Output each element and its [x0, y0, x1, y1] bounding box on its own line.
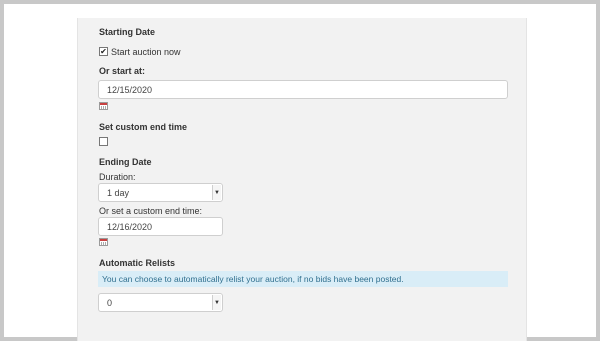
start-now-checkbox[interactable]: ✔: [99, 47, 108, 56]
calendar-icon[interactable]: [99, 102, 108, 110]
relists-heading: Automatic Relists: [99, 258, 176, 268]
relists-info-text: You can choose to automatically relist y…: [102, 274, 404, 284]
custom-end-checkbox[interactable]: [99, 137, 108, 146]
duration-value: 1 day: [107, 187, 130, 198]
duration-label: Duration:: [99, 172, 136, 182]
or-start-at-heading: Or start at:: [99, 66, 146, 76]
checkmark-icon: ✔: [100, 46, 107, 56]
chevron-down-icon: ▼: [212, 185, 221, 200]
custom-end-time-label: Or set a custom end time:: [99, 206, 203, 216]
end-date-value: 12/16/2020: [107, 221, 153, 232]
auction-form-panel: Starting Date ✔ Start auction now Or sta…: [77, 18, 527, 341]
start-now-label: Start auction now: [111, 47, 181, 57]
custom-end-heading: Set custom end time: [99, 122, 188, 132]
starting-date-heading: Starting Date: [99, 27, 156, 37]
duration-select[interactable]: 1 day ▼: [98, 183, 223, 202]
ending-date-heading: Ending Date: [99, 157, 152, 167]
calendar-icon[interactable]: [99, 238, 108, 246]
end-date-input[interactable]: 12/16/2020: [98, 217, 223, 236]
start-date-input[interactable]: 12/15/2020: [98, 80, 508, 99]
relists-value: 0: [107, 297, 113, 308]
chevron-down-icon: ▼: [212, 295, 221, 310]
relists-select[interactable]: 0 ▼: [98, 293, 223, 312]
relists-info-box: You can choose to automatically relist y…: [98, 271, 508, 287]
start-date-value: 12/15/2020: [107, 84, 153, 95]
